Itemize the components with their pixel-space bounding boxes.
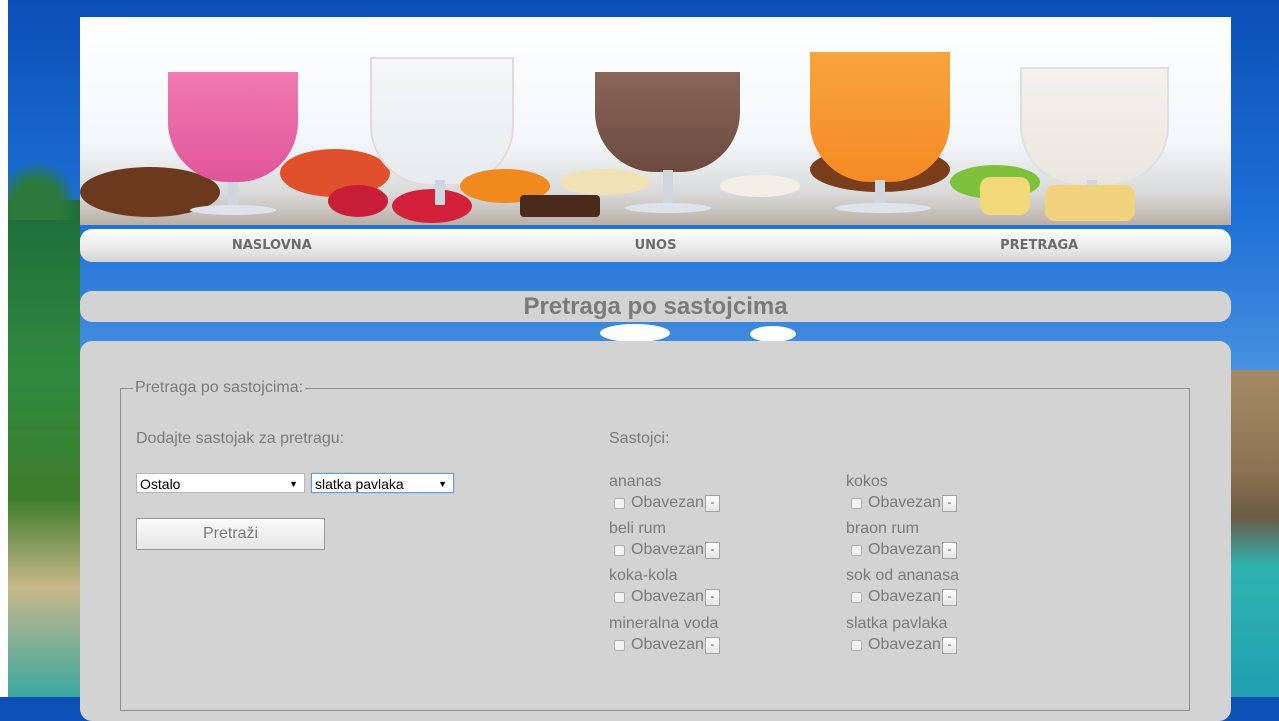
- strawberry-decoration: [392, 189, 472, 223]
- remove-ingredient-button[interactable]: -: [941, 636, 957, 654]
- search-panel: Pretraga po sastojcima: Dodajte sastojak…: [80, 341, 1231, 721]
- ingredient-name: ananas: [609, 473, 662, 490]
- chevron-down-icon: ▼: [289, 479, 298, 489]
- search-button[interactable]: Pretraži: [136, 518, 325, 550]
- orange-cocktail-glass: [810, 52, 950, 182]
- required-label: Obavezan: [868, 588, 941, 605]
- ingredient-name: koka-kola: [609, 567, 678, 584]
- ingredient-name: slatka pavlaka: [846, 615, 948, 632]
- category-select-value: Ostalo: [140, 476, 181, 492]
- remove-ingredient-button[interactable]: -: [941, 541, 957, 559]
- ingredient-options: Obavezan -: [851, 636, 957, 654]
- remove-ingredient-button[interactable]: -: [704, 494, 720, 512]
- ingredient-options: Obavezan -: [614, 636, 720, 654]
- required-label: Obavezan: [868, 494, 941, 511]
- remove-ingredient-button[interactable]: -: [704, 636, 720, 654]
- remove-ingredient-button[interactable]: -: [704, 588, 720, 606]
- search-fieldset-legend: Pretraga po sastojcima:: [135, 379, 304, 396]
- required-label: Obavezan: [631, 494, 704, 511]
- add-ingredient-label: Dodajte sastojak za pretragu:: [136, 430, 345, 447]
- nav-item-naslovna[interactable]: NASLOVNA: [80, 238, 464, 253]
- ingredient-options: Obavezan -: [851, 494, 957, 512]
- ingredient-name: kokos: [846, 473, 888, 490]
- chevron-down-icon: ▼: [438, 479, 447, 489]
- required-label: Obavezan: [868, 636, 941, 653]
- background-cloud: [750, 326, 796, 342]
- required-label: Obavezan: [631, 588, 704, 605]
- ingredient-options: Obavezan -: [614, 494, 720, 512]
- pineapple-decoration: [980, 177, 1030, 215]
- ingredient-name: sok od ananasa: [846, 567, 959, 584]
- ingredients-title: Sastojci:: [609, 430, 670, 447]
- pink-cocktail-glass: [168, 72, 298, 182]
- glass-base: [190, 205, 276, 215]
- glass-stem: [663, 170, 673, 205]
- background-cloud: [600, 324, 670, 342]
- required-checkbox[interactable]: [851, 497, 862, 509]
- required-checkbox[interactable]: [851, 544, 862, 556]
- remove-ingredient-button[interactable]: -: [704, 541, 720, 559]
- pina-colada-glass: [1020, 67, 1169, 186]
- remove-ingredient-button[interactable]: -: [941, 588, 957, 606]
- background-palm-trees: [8, 160, 80, 697]
- main-navigation: NASLOVNA UNOS PRETRAGA: [80, 229, 1231, 262]
- glass-stem: [228, 182, 238, 207]
- ingredient-options: Obavezan -: [851, 541, 957, 559]
- ingredient-options: Obavezan -: [614, 588, 720, 606]
- strawberry-cocktail-glass: [370, 57, 514, 186]
- glass-base: [625, 203, 711, 213]
- page-edge: [0, 0, 8, 697]
- required-checkbox[interactable]: [614, 544, 625, 556]
- ingredient-name: braon rum: [846, 520, 919, 537]
- coconut-slice-decoration: [720, 175, 800, 197]
- glass-stem: [875, 180, 885, 205]
- strawberry-decoration: [328, 185, 388, 217]
- glass-stem: [435, 180, 445, 205]
- required-checkbox[interactable]: [614, 591, 625, 603]
- melon-decoration: [560, 169, 650, 195]
- ingredient-options: Obavezan -: [851, 588, 957, 606]
- page-title: Pretraga po sastojcima: [80, 291, 1231, 322]
- ingredient-options: Obavezan -: [614, 541, 720, 559]
- background-beach-hut: [1231, 370, 1279, 697]
- required-checkbox[interactable]: [851, 591, 862, 603]
- required-label: Obavezan: [631, 541, 704, 558]
- required-checkbox[interactable]: [851, 639, 862, 651]
- required-checkbox[interactable]: [614, 639, 625, 651]
- required-label: Obavezan: [631, 636, 704, 653]
- pineapple-decoration: [1045, 185, 1135, 221]
- chocolate-cocktail-glass: [595, 72, 740, 172]
- ingredient-select-value: slatka pavlaka: [315, 476, 404, 492]
- nav-item-unos[interactable]: UNOS: [464, 238, 848, 253]
- header-banner-cocktails: [80, 17, 1231, 225]
- ingredient-name: beli rum: [609, 520, 666, 537]
- required-label: Obavezan: [868, 541, 941, 558]
- category-select[interactable]: Ostalo ▼: [136, 473, 305, 493]
- chocolate-decoration: [520, 195, 600, 217]
- ingredient-select[interactable]: slatka pavlaka ▼: [311, 473, 454, 493]
- ingredient-name: mineralna voda: [609, 615, 719, 632]
- nav-item-pretraga[interactable]: PRETRAGA: [847, 238, 1231, 253]
- glass-base: [835, 203, 931, 213]
- required-checkbox[interactable]: [614, 497, 625, 509]
- remove-ingredient-button[interactable]: -: [941, 494, 957, 512]
